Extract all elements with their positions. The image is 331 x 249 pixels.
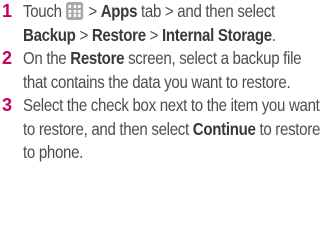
step-number: 3 <box>2 95 13 115</box>
step-text-fragment: Touch <box>23 1 62 21</box>
apps-label: Apps <box>100 1 138 21</box>
step-text-fragment: > <box>79 24 88 45</box>
step-3: 3 Select the check box next to the item … <box>0 94 331 165</box>
restore-label: Restore <box>91 24 146 45</box>
internal-storage-label: Internal Storage <box>162 25 272 45</box>
step-number: 2 <box>2 48 13 68</box>
step-text-fragment: > <box>88 1 97 21</box>
step-text-fragment: . <box>271 24 276 45</box>
internal-word: Internal <box>162 24 214 45</box>
step-2: 2 On the Restore screen, select a backup… <box>0 47 331 94</box>
backup-label: Backup <box>23 24 76 45</box>
storage-word: Storage <box>217 24 272 45</box>
restore-screen-label: Restore <box>70 48 125 68</box>
instruction-list: 1 Touch > Apps tab > and then select Bac… <box>0 0 331 165</box>
continue-label: Continue <box>192 118 256 139</box>
step-text-fragment: On the <box>23 48 67 68</box>
step-text-fragment: tab > and then select <box>141 1 275 21</box>
step-text: Touch > Apps tab > and then select Backu… <box>23 0 328 47</box>
step-text: Select the check box next to the item yo… <box>23 94 328 165</box>
apps-grid-icon <box>66 2 84 20</box>
step-text: On the Restore screen, select a backup f… <box>23 47 328 94</box>
step-1: 1 Touch > Apps tab > and then select Bac… <box>0 0 331 47</box>
step-number: 1 <box>2 1 13 21</box>
step-text-fragment: > <box>149 24 159 45</box>
